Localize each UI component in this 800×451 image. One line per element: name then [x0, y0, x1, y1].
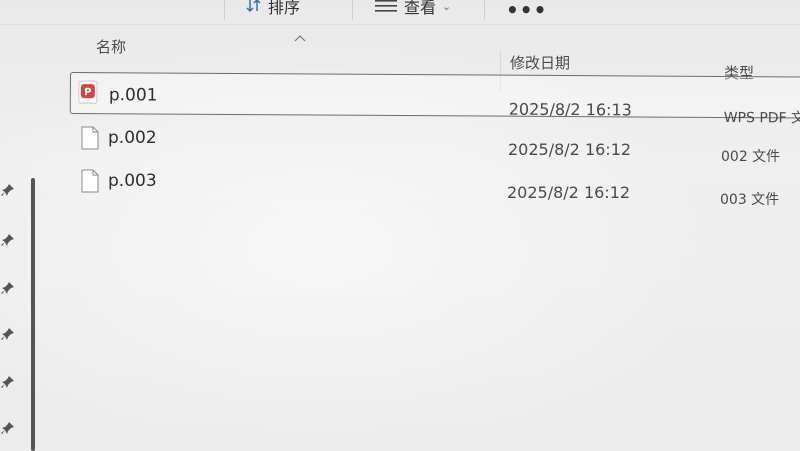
view-label: 查看	[404, 0, 437, 17]
file-modified-date: 2025/8/2 16:12	[508, 140, 632, 159]
file-name: p.001	[108, 85, 158, 106]
pin-icon[interactable]	[1, 182, 15, 196]
generic-file-icon	[80, 126, 100, 150]
generic-file-icon	[80, 169, 100, 193]
pin-icon[interactable]	[1, 232, 15, 246]
toolbar-divider	[352, 0, 353, 20]
pin-icon[interactable]	[1, 420, 15, 434]
column-header-modified[interactable]: 修改日期	[510, 52, 570, 73]
view-button[interactable]: 查看 ⌄	[374, 0, 451, 18]
file-name: p.003	[108, 171, 157, 191]
sort-ascending-icon	[293, 28, 307, 42]
file-name: p.002	[108, 128, 157, 148]
file-row[interactable]: p.003 2025/8/2 16:12 003 文件	[70, 163, 800, 208]
toolbar-divider	[484, 0, 485, 20]
toolbar-border	[0, 24, 800, 25]
view-list-icon	[374, 0, 398, 13]
file-explorer-window: 排序 查看 ⌄ ••• 名称 修改日期 类型 P p.001 2025/8/2 …	[0, 0, 800, 451]
wps-pdf-icon: P	[78, 80, 98, 104]
sort-label: 排序	[268, 0, 301, 17]
quick-access-pins	[0, 150, 30, 451]
chevron-down-icon: ⌄	[442, 0, 452, 13]
command-bar: 排序 查看 ⌄ •••	[0, 0, 800, 25]
file-row[interactable]: P p.001 2025/8/2 16:13 WPS PDF 文	[69, 72, 800, 126]
toolbar-divider	[224, 0, 225, 20]
pin-icon[interactable]	[1, 326, 15, 340]
file-row[interactable]: p.002 2025/8/2 16:12 002 文件	[70, 120, 800, 165]
file-modified-date: 2025/8/2 16:12	[507, 183, 631, 202]
more-options-button[interactable]: •••	[506, 0, 547, 22]
column-header-name[interactable]: 名称	[96, 36, 126, 57]
file-modified-date: 2025/8/2 16:13	[508, 99, 632, 120]
pin-icon[interactable]	[1, 374, 15, 388]
sort-button[interactable]: 排序	[246, 0, 300, 18]
svg-text:P: P	[84, 87, 91, 98]
file-list: 名称 修改日期 类型 P p.001 2025/8/2 16:13 WPS PD…	[60, 26, 800, 451]
file-type: 003 文件	[720, 192, 780, 208]
nav-pane-scrollbar[interactable]	[31, 178, 35, 451]
pin-icon[interactable]	[1, 280, 15, 294]
sort-icon	[246, 0, 262, 13]
